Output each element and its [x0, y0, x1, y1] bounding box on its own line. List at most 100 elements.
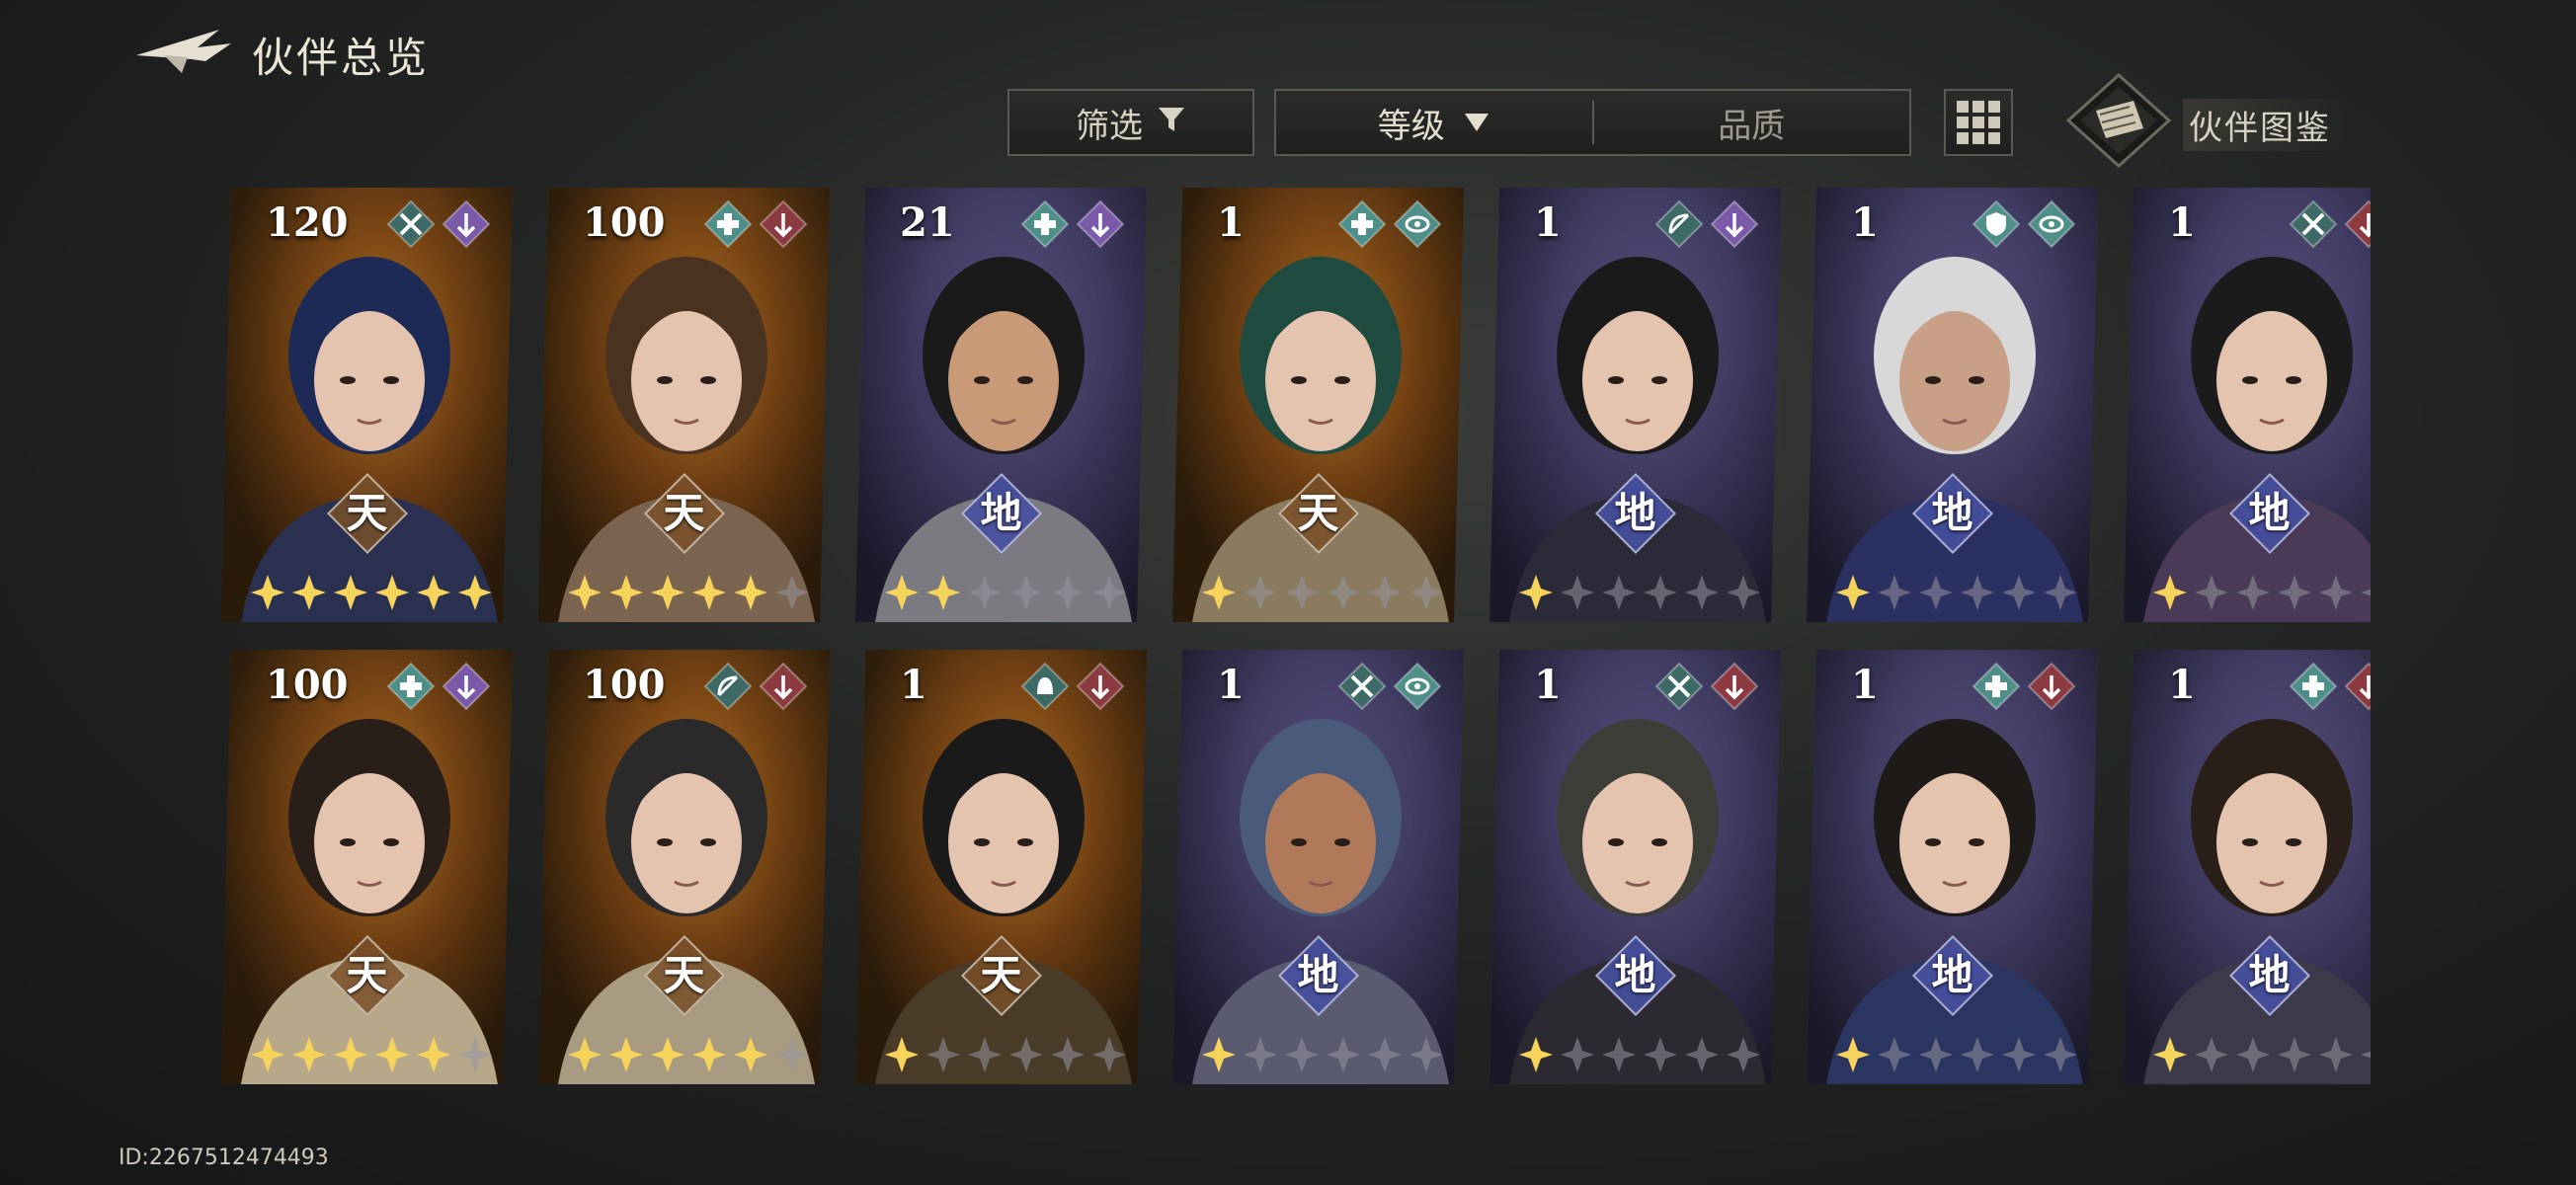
red-hook-icon	[2344, 662, 2371, 711]
star-filled-icon	[607, 1035, 645, 1074]
filter-button[interactable]: 筛选	[1007, 89, 1254, 156]
star-filled-icon	[566, 1035, 604, 1074]
star-filled-icon	[690, 1035, 728, 1074]
star-rating	[566, 573, 811, 612]
star-empty-icon	[2042, 1035, 2079, 1074]
codex-label: 伙伴图鉴	[2183, 99, 2351, 151]
beanie-man-portrait	[1489, 670, 1781, 1084]
teal-medic-icon	[1972, 662, 2021, 711]
swords-icon	[1337, 662, 1387, 711]
teal-eye-icon	[1393, 662, 1442, 711]
partner-card[interactable]: 1 地	[1489, 650, 1781, 1084]
back-button[interactable]	[128, 22, 237, 81]
role-tags	[1020, 662, 1125, 711]
filter-label: 筛选	[1076, 106, 1143, 146]
camera-youth-portrait	[1807, 670, 2098, 1084]
sort-by-quality-tab[interactable]: 品质	[1594, 91, 1910, 154]
grade-badge: 天	[328, 474, 407, 553]
star-empty-icon	[1642, 1035, 1679, 1074]
grade-badge: 天	[1279, 474, 1358, 553]
partner-level: 100	[583, 662, 666, 708]
role-tags	[386, 662, 491, 711]
partner-codex-button[interactable]: 伙伴图鉴	[2064, 71, 2380, 170]
grid-view-button[interactable]	[1944, 89, 2013, 156]
star-empty-icon	[1090, 573, 1128, 612]
star-filled-icon	[1200, 573, 1238, 612]
bow-icon	[1654, 199, 1704, 249]
star-rating	[883, 573, 1128, 612]
star-empty-icon	[1049, 573, 1087, 612]
role-tags	[1654, 199, 1759, 249]
grade-label: 天	[346, 489, 388, 537]
star-empty-icon	[456, 1035, 494, 1074]
star-filled-icon	[883, 573, 921, 612]
partner-level: 1	[1534, 199, 1562, 246]
partner-card[interactable]: 1 地	[2124, 650, 2371, 1084]
star-filled-icon	[607, 573, 645, 612]
star-filled-icon	[1517, 1035, 1555, 1074]
partner-card[interactable]: 1 地	[1489, 188, 1781, 622]
partner-level: 21	[900, 199, 955, 246]
star-rating	[249, 1035, 494, 1074]
star-filled-icon	[2151, 573, 2189, 612]
grade-badge: 天	[645, 474, 724, 553]
bow-icon	[703, 662, 753, 711]
star-empty-icon	[2234, 573, 2272, 612]
star-filled-icon	[566, 573, 604, 612]
star-rating	[1200, 1035, 1445, 1074]
partner-card[interactable]: 1 天	[855, 650, 1147, 1084]
star-rating	[2151, 573, 2371, 612]
partner-card[interactable]: 21 地	[855, 188, 1147, 622]
partner-card[interactable]: 1 天	[1172, 188, 1464, 622]
star-filled-icon	[373, 1035, 411, 1074]
sort-by-level-tab[interactable]: 等级	[1276, 91, 1592, 154]
star-empty-icon	[2000, 1035, 2038, 1074]
star-empty-icon	[1366, 573, 1404, 612]
star-empty-icon	[1600, 573, 1638, 612]
role-tags	[2289, 662, 2371, 711]
grade-label: 地	[980, 489, 1022, 537]
grade-badge: 地	[1279, 936, 1358, 1015]
star-filled-icon	[456, 573, 494, 612]
star-rating	[2151, 1035, 2371, 1074]
partner-card[interactable]: 120 天	[221, 188, 513, 622]
star-empty-icon	[1366, 1035, 1404, 1074]
grade-label: 地	[2248, 489, 2291, 537]
partner-card[interactable]: 1 地	[1172, 650, 1464, 1084]
suit-man-portrait	[538, 207, 830, 622]
star-empty-icon	[1876, 573, 1913, 612]
partner-card[interactable]: 100 天	[538, 650, 830, 1084]
partner-card[interactable]: 100 天	[538, 188, 830, 622]
partner-level: 120	[266, 199, 349, 246]
star-empty-icon	[2234, 1035, 2272, 1074]
grade-label: 天	[1297, 489, 1339, 537]
star-filled-icon	[883, 1035, 921, 1074]
teal-eye-icon	[2027, 199, 2076, 249]
grade-label: 地	[2248, 951, 2291, 999]
star-rating	[1834, 573, 2079, 612]
star-empty-icon	[1917, 573, 1955, 612]
star-filled-icon	[249, 1035, 286, 1074]
partner-card[interactable]: 1 地	[1807, 188, 2098, 622]
role-tags	[703, 662, 808, 711]
purple-hook-icon	[442, 199, 491, 249]
back-arrow-icon	[136, 30, 231, 73]
partner-card[interactable]: 1 地	[2124, 188, 2371, 622]
grade-label: 地	[1614, 951, 1656, 999]
star-empty-icon	[1600, 1035, 1638, 1074]
partner-card[interactable]: 1 地	[1807, 650, 2098, 1084]
red-hook-icon	[759, 199, 808, 249]
partner-level: 1	[900, 662, 927, 708]
star-filled-icon	[415, 1035, 452, 1074]
star-empty-icon	[1283, 1035, 1321, 1074]
star-filled-icon	[732, 573, 769, 612]
star-empty-icon	[1559, 1035, 1596, 1074]
star-filled-icon	[1200, 1035, 1238, 1074]
star-empty-icon	[2359, 1035, 2371, 1074]
partner-card[interactable]: 100 天	[221, 650, 513, 1084]
star-rating	[883, 1035, 1128, 1074]
star-empty-icon	[2000, 573, 2038, 612]
earring-woman-portrait	[2124, 670, 2371, 1084]
bun-girl-portrait	[221, 670, 513, 1084]
grade-label: 地	[1614, 489, 1656, 537]
